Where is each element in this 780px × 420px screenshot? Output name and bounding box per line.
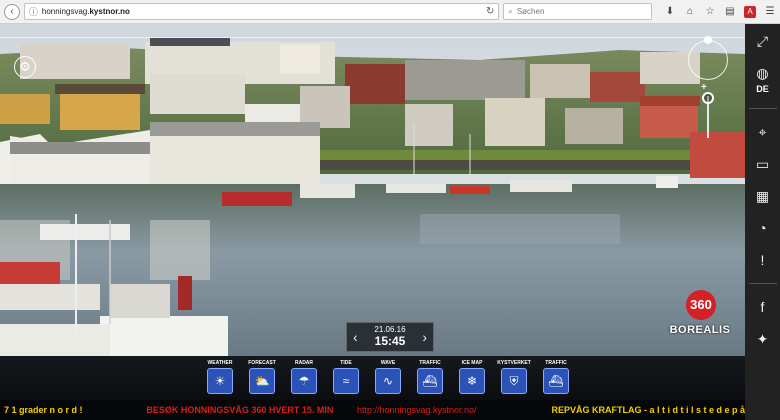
url-text: honningsvag.kystnor.no xyxy=(41,7,130,16)
tile-weather[interactable]: WEATHER ☀ xyxy=(206,360,234,394)
webcam-panorama[interactable] xyxy=(0,24,745,356)
ticker-text-4: REPVÅG KRAFTLAG - a l t i d t i l s t e … xyxy=(551,405,745,415)
time-label: 15:45 xyxy=(374,333,406,348)
tile-radar[interactable]: RADAR ☂ xyxy=(290,360,318,394)
news-ticker: 7 1 grader n o r d ! BESØK HONNINGSVÅG 3… xyxy=(0,400,745,420)
back-icon[interactable]: ‹ xyxy=(4,3,20,20)
tile-forecast[interactable]: FORECAST ⛅ xyxy=(248,360,276,394)
compass-icon[interactable] xyxy=(688,36,728,80)
home-icon[interactable]: ⌂ xyxy=(684,6,696,18)
ais-traffic-icon[interactable]: ⛴ xyxy=(543,368,569,394)
sidebar-divider xyxy=(748,108,777,109)
service-tiles: WEATHER ☀ FORECAST ⛅ RADAR ☂ TIDE ≈ WAVE… xyxy=(206,360,570,394)
settings-icon[interactable]: ⚙ xyxy=(14,56,36,78)
ais-traffic-icon[interactable]: ⛴ xyxy=(417,368,443,394)
location-pin-icon[interactable]: ⌖ xyxy=(752,123,774,141)
bookmark-icon[interactable]: ☆ xyxy=(704,6,716,18)
info-icon[interactable]: ⓘ xyxy=(29,5,38,18)
borealis-logo: 360 BOREALIS xyxy=(664,290,736,344)
tile-label: TRAFFIC xyxy=(419,360,441,366)
tile-label: ICE MAP xyxy=(461,360,483,366)
tile-label: KYSTVERKET xyxy=(497,360,531,366)
tile-kystverket[interactable]: KYSTVERKET ⛨ xyxy=(497,360,531,394)
ticker-text-2: BESØK HONNINGSVÅG 360 HVERT 15. MIN xyxy=(146,405,334,415)
panorama-ruler xyxy=(0,32,745,38)
language-label[interactable]: DE xyxy=(756,84,769,94)
wave-icon[interactable]: ∿ xyxy=(375,368,401,394)
logo-text: BOREALIS xyxy=(669,324,731,336)
calendar-icon[interactable]: ▦ xyxy=(752,187,774,205)
search-box[interactable]: ⌕ xyxy=(503,3,652,20)
logo-360-badge: 360 xyxy=(686,290,716,320)
tile-label: WEATHER xyxy=(207,360,233,366)
tide-icon[interactable]: ≈ xyxy=(333,368,359,394)
addon-icon[interactable]: A xyxy=(744,5,756,18)
url-bar[interactable]: ⓘ honningsvag.kystnor.no ↻ xyxy=(23,3,500,20)
search-icon: ⌕ xyxy=(508,6,513,16)
tile-traffic[interactable]: TRAFFIC ⛴ xyxy=(416,360,444,394)
download-icon[interactable]: ⬇ xyxy=(664,6,676,18)
search-input[interactable] xyxy=(516,7,637,16)
tile-label: TRAFFIC xyxy=(545,360,567,366)
daylight-icon[interactable]: ◔ xyxy=(752,219,774,237)
forecast-icon[interactable]: ⛅ xyxy=(249,368,275,394)
radar-icon[interactable]: ☂ xyxy=(291,368,317,394)
menu-icon[interactable]: ☰ xyxy=(764,6,776,18)
browser-toolbar: ‹ ⓘ honningsvag.kystnor.no ↻ ⌕ ⬇ ⌂ ☆ ▤ A… xyxy=(0,0,780,24)
ice-map-icon[interactable]: ❄ xyxy=(459,368,485,394)
tile-tide[interactable]: TIDE ≈ xyxy=(332,360,360,394)
fullscreen-icon[interactable]: ⤢ xyxy=(752,32,774,50)
ticker-link[interactable]: http://honningsvag.kystnor.no/ xyxy=(357,405,552,415)
weather-icon[interactable]: ☀ xyxy=(207,368,233,394)
alert-icon[interactable]: ! xyxy=(752,251,774,269)
facebook-icon[interactable]: f xyxy=(752,298,774,316)
timestamp: 21.06.16 15:45 xyxy=(374,325,406,348)
next-time-arrow-icon[interactable]: › xyxy=(422,329,427,345)
tile-label: TIDE xyxy=(340,360,352,366)
ticker-text-1: 7 1 grader n o r d ! xyxy=(4,405,83,415)
tile-traffic-2[interactable]: TRAFFIC ⛴ xyxy=(542,360,570,394)
zoom-slider-handle[interactable] xyxy=(702,92,714,104)
tile-label: FORECAST xyxy=(248,360,276,366)
tile-ice-map[interactable]: ICE MAP ❄ xyxy=(458,360,486,394)
reader-icon[interactable]: ▤ xyxy=(724,6,736,18)
tile-label: RADAR xyxy=(294,360,314,366)
globe-icon[interactable]: ◍ xyxy=(752,64,774,82)
toolbar-icons: ⬇ ⌂ ☆ ▤ A ☰ xyxy=(664,5,776,18)
sidebar-divider xyxy=(748,283,777,284)
display-icon[interactable]: ▭ xyxy=(752,155,774,173)
previous-time-arrow-icon[interactable]: ‹ xyxy=(353,329,358,345)
kystverket-icon[interactable]: ⛨ xyxy=(501,368,527,394)
tile-label: WAVE xyxy=(380,360,396,366)
time-navigator: ‹ 21.06.16 15:45 › xyxy=(346,322,434,352)
right-sidebar: ⤢ ◍ DE ⌖ ▭ ▦ ◔ ! f ✦ xyxy=(745,24,780,420)
twitter-icon[interactable]: ✦ xyxy=(752,330,774,348)
tile-wave[interactable]: WAVE ∿ xyxy=(374,360,402,394)
harbor-scene-image xyxy=(0,24,745,356)
reload-icon[interactable]: ↻ xyxy=(486,6,494,17)
